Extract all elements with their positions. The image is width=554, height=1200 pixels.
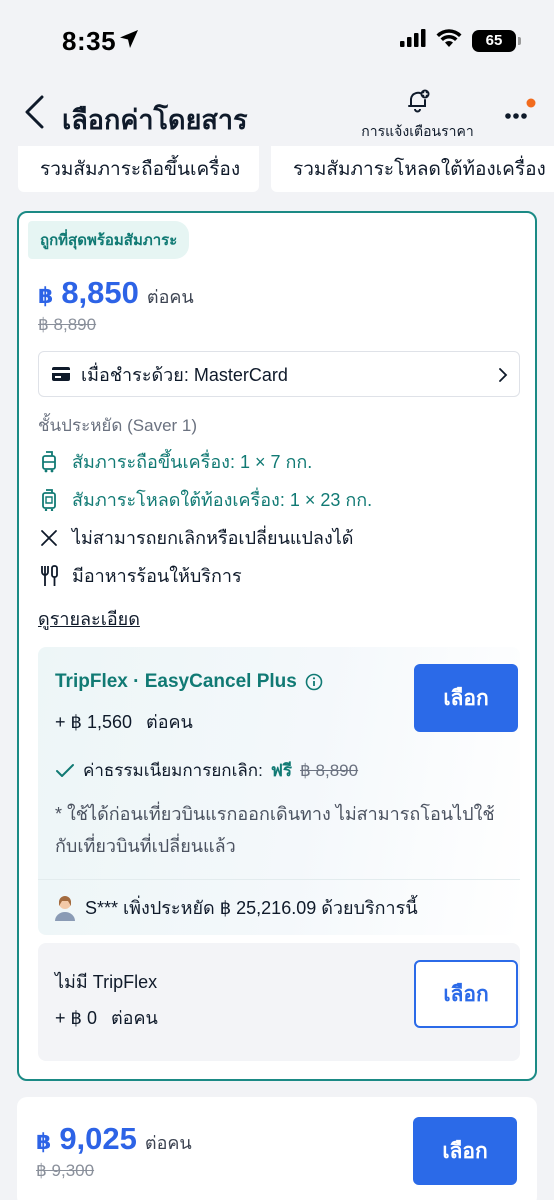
- fare-class-label: ชั้นประหยัด (Saver 1): [38, 416, 198, 435]
- filter-tabs: รวมสัมภาระถือขึ้นเครื่อง รวมสัมภาระโหลดใ…: [18, 146, 554, 192]
- original-price: ฿ 8,890: [38, 315, 97, 334]
- fare-price: ฿ 9,025 ต่อคน: [36, 1121, 192, 1157]
- price-amount: 8,850: [61, 275, 139, 310]
- fare-card-second: ฿ 9,025 ต่อคน ฿ 9,300 เลือก: [17, 1097, 537, 1200]
- notification-dot: [526, 98, 536, 108]
- chevron-right-icon: [499, 368, 508, 382]
- currency-symbol: ฿: [38, 283, 54, 308]
- cellular-signal-icon: [400, 29, 426, 52]
- no-tripflex-add-price: + ฿ 0 ต่อคน: [55, 1003, 158, 1032]
- tripflex-name: TripFlex · EasyCancel Plus: [55, 671, 323, 693]
- status-time: 8:35: [62, 26, 117, 56]
- wifi-icon: [436, 28, 462, 53]
- select-fare-button[interactable]: เลือก: [413, 1117, 517, 1185]
- feature-no-cancel: ไม่สามารถยกเลิกหรือเปลี่ยนแปลงได้: [38, 523, 353, 552]
- tab-carry-on-included[interactable]: รวมสัมภาระถือขึ้นเครื่อง: [18, 146, 259, 192]
- cancellation-fee-row: ค่าธรรมเนียมการยกเลิก: ฟรี ฿ 8,890: [55, 757, 358, 784]
- feature-hot-meal: มีอาหารร้อนให้บริการ: [38, 561, 242, 590]
- bell-plus-icon: [407, 89, 429, 113]
- price-amount: 9,025: [59, 1121, 137, 1156]
- status-bar: 8:35 65: [0, 0, 554, 80]
- original-price: ฿ 9,300: [36, 1161, 95, 1180]
- cutlery-icon: [38, 564, 60, 588]
- chevron-left-icon: [25, 95, 44, 129]
- check-icon: [56, 763, 74, 777]
- no-tripflex-option: ไม่มี TripFlex + ฿ 0 ต่อคน เลือก: [38, 943, 520, 1061]
- avatar: [55, 895, 75, 921]
- fee-free: ฟรี: [270, 761, 292, 780]
- saving-testimonial: S*** เพิ่งประหยัด ฿ 25,216.09 ด้วยบริการ…: [38, 879, 520, 935]
- back-button[interactable]: [20, 92, 50, 132]
- price-alert-button[interactable]: การแจ้งเตือนราคา: [355, 88, 480, 143]
- per-person-label: ต่อคน: [146, 287, 194, 307]
- checked-bag-icon: [38, 488, 60, 512]
- battery-level: 65: [485, 32, 503, 49]
- per-person-label: ต่อคน: [110, 1008, 158, 1028]
- per-person-label: ต่อคน: [146, 712, 193, 732]
- close-icon: [38, 526, 60, 550]
- select-tripflex-button[interactable]: เลือก: [414, 664, 518, 732]
- currency-symbol: ฿: [36, 1129, 52, 1154]
- feature-text: มีอาหารร้อนให้บริการ: [72, 566, 242, 586]
- add-price-value: + ฿ 1,560: [55, 712, 133, 732]
- no-tripflex-name: ไม่มี TripFlex: [55, 972, 158, 992]
- info-icon[interactable]: [305, 673, 323, 691]
- more-dots-icon: [505, 98, 536, 119]
- cheapest-badge: ถูกที่สุดพร้อมสัมภาระ: [28, 221, 190, 259]
- price-alert-label: การแจ้งเตือนราคา: [361, 123, 474, 139]
- feature-text: สัมภาระถือขึ้นเครื่อง: 1 × 7 กก.: [72, 452, 313, 472]
- more-options-button[interactable]: [500, 98, 540, 128]
- carry-on-bag-icon: [38, 450, 60, 474]
- tripflex-add-price: + ฿ 1,560 ต่อคน: [55, 707, 193, 736]
- per-person-label: ต่อคน: [144, 1133, 192, 1153]
- page-header: เลือกค่าโดยสาร การแจ้งเตือนราคา: [0, 80, 554, 146]
- tripflex-option: TripFlex · EasyCancel Plus + ฿ 1,560 ต่อค…: [38, 647, 520, 935]
- saving-text: S*** เพิ่งประหยัด ฿ 25,216.09 ด้วยบริการ…: [85, 898, 418, 918]
- tab-checked-bag-included[interactable]: รวมสัมภาระโหลดใต้ท้องเครื่อง: [271, 146, 554, 192]
- feature-checked-bag: สัมภาระโหลดใต้ท้องเครื่อง: 1 × 23 กก.: [38, 485, 372, 514]
- tripflex-title: TripFlex · EasyCancel Plus: [55, 671, 297, 692]
- payment-method-row[interactable]: เมื่อชำระด้วย: MasterCard: [38, 351, 520, 397]
- feature-text: ไม่สามารถยกเลิกหรือเปลี่ยนแปลงได้: [72, 528, 354, 548]
- payment-method-label: เมื่อชำระด้วย: MasterCard: [81, 364, 288, 385]
- select-no-tripflex-button[interactable]: เลือก: [414, 960, 518, 1028]
- fare-price: ฿ 8,850 ต่อคน: [38, 275, 194, 311]
- view-details-link[interactable]: ดูรายละเอียด: [38, 604, 140, 633]
- tripflex-note: * ใช้ได้ก่อนเที่ยวบินแรกออกเดินทาง ไม่สา…: [55, 804, 495, 856]
- feature-text: สัมภาระโหลดใต้ท้องเครื่อง: 1 × 23 กก.: [72, 490, 373, 510]
- location-arrow-icon: [118, 28, 140, 55]
- add-price-value: + ฿ 0: [55, 1008, 97, 1028]
- feature-carry-on: สัมภาระถือขึ้นเครื่อง: 1 × 7 กก.: [38, 447, 312, 476]
- cancellation-fee-label: ค่าธรรมเนียมการยกเลิก:: [83, 761, 263, 780]
- fare-card-cheapest: ถูกที่สุดพร้อมสัมภาระ ฿ 8,850 ต่อคน ฿ 8,…: [17, 211, 537, 1081]
- fee-original: ฿ 8,890: [300, 760, 359, 780]
- battery-icon: 65: [472, 29, 521, 52]
- page-title: เลือกค่าโดยสาร: [62, 105, 248, 135]
- credit-card-icon: [52, 367, 70, 381]
